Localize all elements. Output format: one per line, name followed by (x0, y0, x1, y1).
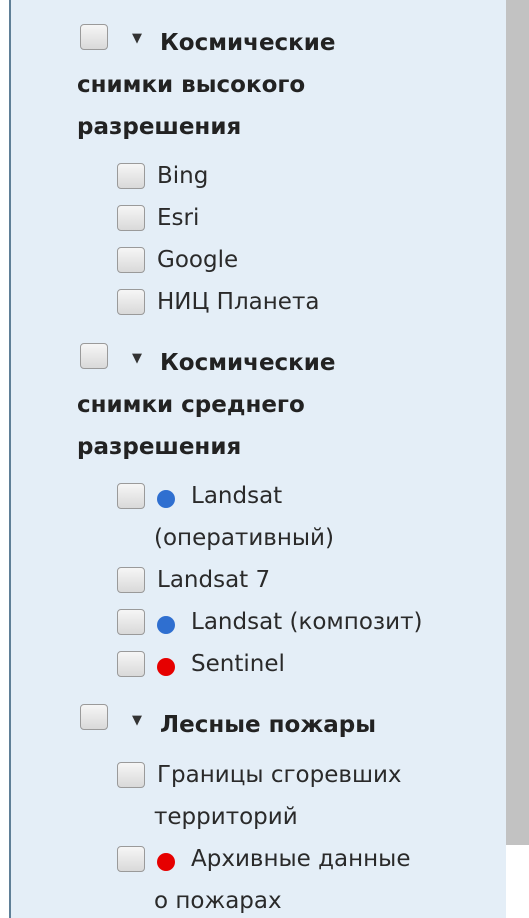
layer-label[interactable]: Landsat (композит) (191, 601, 422, 643)
checkbox-icon[interactable] (117, 483, 145, 509)
layer-label[interactable]: Sentinel (191, 643, 285, 685)
layer-label[interactable]: Landsat (191, 475, 282, 517)
checkbox-icon[interactable] (117, 163, 145, 189)
group-title-high-res-line3[interactable]: разрешения (77, 106, 241, 148)
layer-label[interactable]: НИЦ Планета (157, 281, 319, 323)
layer-label-continuation[interactable]: о пожарах (154, 880, 282, 918)
layer-label[interactable]: Google (157, 239, 238, 281)
panel-gutter (0, 0, 9, 918)
circle-icon (157, 490, 175, 508)
group-title-medium-res-line3[interactable]: разрешения (77, 426, 241, 468)
triangle-down-icon[interactable]: ▼ (132, 32, 142, 45)
checkbox-icon[interactable] (117, 205, 145, 231)
circle-icon (157, 853, 175, 871)
group-title-medium-res-line1[interactable]: Космические (160, 342, 336, 384)
layer-label-continuation[interactable]: (оперативный) (154, 517, 334, 559)
group-title-high-res-line2[interactable]: снимки высокого (77, 64, 305, 106)
checkbox-icon[interactable] (117, 567, 145, 593)
checkbox-icon[interactable] (117, 289, 145, 315)
checkbox-icon[interactable] (117, 762, 145, 788)
triangle-down-icon[interactable]: ▼ (132, 352, 142, 365)
triangle-down-icon[interactable]: ▼ (132, 714, 142, 727)
group-title-medium-res-line2[interactable]: снимки среднего (77, 384, 305, 426)
layer-label-continuation[interactable]: территорий (154, 796, 298, 838)
layer-label[interactable]: Архивные данные (191, 838, 411, 880)
layer-label[interactable]: Esri (157, 197, 199, 239)
layer-tree: ▼ Космические снимки высокого разрешения… (11, 0, 506, 918)
group-checkbox-forest-fires[interactable] (80, 704, 108, 730)
layer-label[interactable]: Границы сгоревших (157, 754, 402, 796)
circle-icon (157, 616, 175, 634)
layer-tree-panel: ▼ Космические снимки высокого разрешения… (0, 0, 529, 918)
group-title-forest-fires[interactable]: Лесные пожары (160, 704, 376, 746)
scrollbar[interactable] (506, 0, 529, 918)
layer-label[interactable]: Bing (157, 155, 208, 197)
checkbox-icon[interactable] (117, 609, 145, 635)
checkbox-icon[interactable] (117, 846, 145, 872)
group-checkbox-medium-res[interactable] (80, 343, 108, 369)
scrollbar-thumb[interactable] (506, 0, 529, 845)
group-title-high-res-line1[interactable]: Космические (160, 22, 336, 64)
layer-label[interactable]: Landsat 7 (157, 559, 270, 601)
checkbox-icon[interactable] (117, 651, 145, 677)
circle-icon (157, 658, 175, 676)
checkbox-icon[interactable] (117, 247, 145, 273)
group-checkbox-high-res[interactable] (80, 24, 108, 50)
